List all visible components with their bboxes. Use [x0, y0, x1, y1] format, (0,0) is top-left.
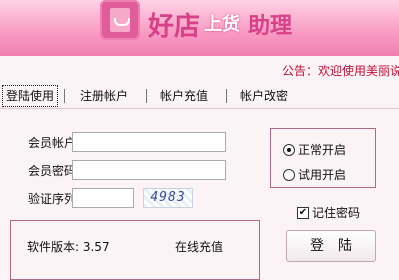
tab-recharge[interactable]: 帐户充值: [160, 86, 208, 106]
captcha-input[interactable]: [72, 188, 134, 208]
version-text: 软件版本: 3.57: [27, 240, 110, 254]
remember-password-checkbox[interactable]: ✔ 记住密码: [297, 204, 360, 221]
tab-change-password[interactable]: 帐户改密: [240, 86, 288, 106]
tab-divider: [226, 89, 227, 103]
app-title-part2: 上货: [204, 14, 240, 35]
info-panel: 软件版本: 3.57 在线充值: [10, 220, 260, 280]
password-input[interactable]: [72, 160, 226, 180]
tab-login[interactable]: 登陆使用: [2, 85, 59, 107]
start-mode-panel: 正常开启 试用开启: [270, 128, 376, 188]
radio-selected-icon: [283, 143, 295, 156]
online-recharge-link[interactable]: 在线充值: [175, 238, 223, 255]
login-button[interactable]: 登陆: [286, 230, 376, 262]
app-title-part1: 好店: [148, 12, 201, 42]
remember-password-label: 记住密码: [312, 206, 361, 220]
account-input[interactable]: [72, 132, 226, 152]
notice-text: 公告：欢迎使用美丽说: [282, 64, 399, 78]
normal-mode-radio[interactable]: 正常开启: [283, 141, 346, 158]
tab-divider: [64, 89, 65, 103]
trial-mode-radio[interactable]: 试用开启: [283, 166, 346, 183]
tab-register[interactable]: 注册帐户: [80, 86, 128, 106]
radio-unselected-icon: [283, 168, 295, 181]
tab-bar: 登陆使用 注册帐户 帐户充值 帐户改密: [0, 84, 399, 109]
normal-mode-label: 正常开启: [298, 143, 347, 157]
tab-divider: [146, 89, 147, 103]
captcha-image[interactable]: 4983: [143, 188, 193, 208]
trial-mode-label: 试用开启: [298, 168, 347, 182]
header-banner: 好店 上货 助理: [0, 0, 399, 56]
app-title-part3: 助理: [248, 13, 293, 39]
checkmark-icon: ✔: [297, 206, 309, 219]
shopping-bag-icon: [100, 0, 140, 40]
